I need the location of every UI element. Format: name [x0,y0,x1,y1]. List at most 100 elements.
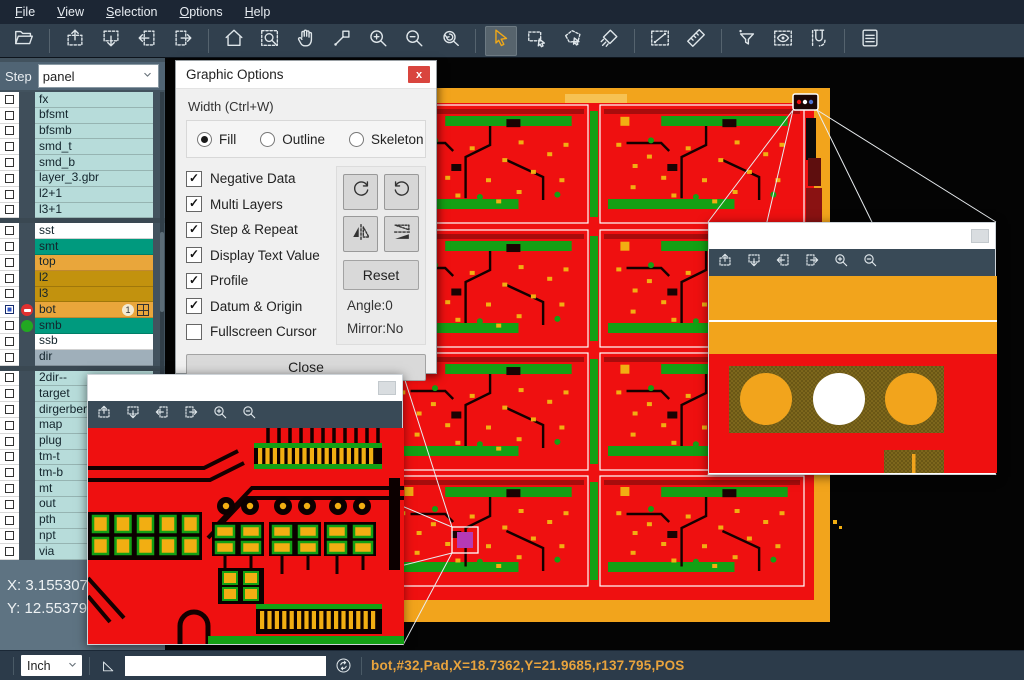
layer-name[interactable]: layer_3.gbr [35,171,153,187]
filter-button[interactable] [731,26,763,56]
layer-visibility-cell[interactable] [0,318,19,334]
layer-list-button[interactable] [854,26,886,56]
layer-visibility-cell[interactable] [0,465,19,481]
select-polygon-button[interactable] [557,26,589,56]
layer-visibility-checkbox[interactable] [5,353,14,362]
zoom-in-button[interactable] [362,26,394,56]
layer-visibility-checkbox[interactable] [5,226,14,235]
layer-name[interactable]: ssb [35,334,153,350]
zoom-window-button[interactable] [254,26,286,56]
layer-visibility-cell[interactable] [0,450,19,466]
pan-right-button[interactable] [804,252,820,273]
checkbox-negative-data[interactable]: ✓Negative Data [186,166,336,192]
eye-view-button[interactable] [767,26,799,56]
pan-up-button[interactable] [59,26,91,56]
layer-visibility-cell[interactable] [0,371,19,387]
window-content[interactable] [88,428,402,644]
layer-visibility-checkbox[interactable] [5,126,14,135]
layer-row-top[interactable]: top [0,255,165,271]
flip-vertical-button[interactable] [384,216,419,252]
pan-down-button[interactable] [125,404,141,425]
magnifier-window-left[interactable] [87,374,403,645]
layer-visibility-checkbox[interactable] [5,142,14,151]
layer-visibility-cell[interactable] [0,203,19,219]
zoom-dynamic-button[interactable] [326,26,358,56]
select-rect-button[interactable] [521,26,553,56]
layer-visibility-cell[interactable] [0,108,19,124]
layer-visibility-checkbox[interactable] [5,500,14,509]
layer-visibility-cell[interactable] [0,171,19,187]
layer-name[interactable]: top [35,255,153,271]
checkbox-display-text-value[interactable]: ✓Display Text Value [186,243,336,269]
layer-visibility-checkbox[interactable] [5,289,14,298]
unit-select[interactable]: Inch [21,655,82,676]
layer-name[interactable]: smd_t [35,139,153,155]
pan-hand-button[interactable] [290,26,322,56]
layer-name[interactable]: l2+1 [35,187,153,203]
select-arrow-button[interactable] [485,26,517,56]
layer-row-bot[interactable]: bot1 [0,302,165,318]
layer-visibility-checkbox[interactable] [5,373,14,382]
zoom-in-button[interactable] [833,252,849,273]
layer-visibility-cell[interactable] [0,255,19,271]
layer-row-smb[interactable]: smb [0,318,165,334]
layer-visibility-cell[interactable] [0,271,19,287]
layer-row-fx[interactable]: fx [0,92,165,108]
layer-visibility-cell[interactable] [0,287,19,303]
layer-visibility-checkbox[interactable] [5,468,14,477]
layer-visibility-checkbox[interactable] [5,516,14,525]
layer-visibility-cell[interactable] [0,223,19,239]
layer-visibility-cell[interactable] [0,402,19,418]
layer-visibility-cell[interactable] [0,92,19,108]
layer-visibility-cell[interactable] [0,155,19,171]
radio-outline[interactable]: Outline [260,132,325,147]
layer-visibility-checkbox[interactable] [5,242,14,251]
layer-visibility-checkbox[interactable] [5,437,14,446]
clean-brush-button[interactable] [593,26,625,56]
layer-row-ssb[interactable]: ssb [0,334,165,350]
measure-line-button[interactable] [644,26,676,56]
layer-name[interactable]: dir [35,350,153,366]
layer-visibility-checkbox[interactable] [5,337,14,346]
layer-visibility-checkbox[interactable] [5,547,14,556]
layer-visibility-checkbox[interactable] [5,421,14,430]
window-button[interactable] [378,381,396,395]
layer-visibility-cell[interactable] [0,187,19,203]
checkbox-datum-origin[interactable]: ✓Datum & Origin [186,294,336,320]
layer-name[interactable]: smb [35,318,153,334]
layer-row-l2[interactable]: l2 [0,271,165,287]
zoom-out-button[interactable] [862,252,878,273]
rotate-cw-button[interactable] [343,174,378,210]
layer-row-bfsmt[interactable]: bfsmt [0,108,165,124]
layer-row-l3+1[interactable]: l3+1 [0,203,165,219]
layer-visibility-checkbox[interactable] [5,111,14,120]
zoom-out-button[interactable] [241,404,257,425]
snap-magnet-button[interactable] [803,26,835,56]
layer-visibility-cell[interactable] [0,529,19,545]
magnifier-window-right[interactable] [708,222,996,475]
layer-name[interactable]: bot1 [35,302,153,318]
layer-name[interactable]: bfsmt [35,108,153,124]
layer-visibility-checkbox[interactable] [5,484,14,493]
layer-name[interactable]: l3+1 [35,203,153,219]
layer-visibility-cell[interactable] [0,497,19,513]
layer-row-layer_3.gbr[interactable]: layer_3.gbr [0,171,165,187]
layer-visibility-cell[interactable] [0,418,19,434]
menu-help[interactable]: Help [234,0,282,24]
layer-visibility-checkbox[interactable] [5,389,14,398]
layer-visibility-checkbox[interactable] [5,531,14,540]
layer-visibility-checkbox[interactable] [5,174,14,183]
pan-left-button[interactable] [154,404,170,425]
layer-row-bfsmb[interactable]: bfsmb [0,124,165,140]
command-input[interactable] [125,656,326,676]
menu-options[interactable]: Options [168,0,233,24]
layer-row-smd_t[interactable]: smd_t [0,139,165,155]
checkbox-multi-layers[interactable]: ✓Multi Layers [186,192,336,218]
pan-up-button[interactable] [717,252,733,273]
window-content[interactable] [709,276,995,473]
layer-visibility-cell[interactable] [0,386,19,402]
layer-visibility-cell[interactable] [0,124,19,140]
pan-up-button[interactable] [96,404,112,425]
layer-visibility-cell[interactable] [0,513,19,529]
radio-fill[interactable]: Fill [197,132,236,147]
